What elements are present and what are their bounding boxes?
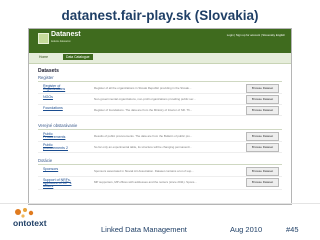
nav-data-catalogue[interactable]: Data Catalogue [63, 54, 93, 60]
section-divider [38, 164, 282, 165]
dataset-description: Non-governmental organizations, non-prof… [94, 97, 196, 101]
section-title-register: Register [38, 75, 54, 80]
browse-dataset-button[interactable]: Browse Dataset [246, 132, 279, 141]
browse-dataset-button[interactable]: Browse Dataset [246, 143, 279, 152]
browse-dataset-button[interactable]: Browse Dataset [246, 178, 279, 187]
dataset-row: Sponsors Sponsors associated in Slovak A… [38, 166, 282, 177]
datanest-logo-icon[interactable] [38, 33, 49, 44]
dataset-link[interactable]: Register of Organizations [43, 84, 73, 91]
dataset-description: MP supporters, MP offices with addresses… [94, 180, 197, 184]
dataset-row: Foundations Register of foundations. The… [38, 105, 282, 116]
footer-divider [0, 203, 320, 204]
footer-date: Aug 2010 [230, 225, 263, 234]
main-nav: Home Data Catalogue [29, 53, 291, 64]
dataset-description: So far only an experimental table, its s… [94, 145, 192, 149]
page-heading: Datasets [38, 68, 59, 74]
ontotext-logo-text: ontotext [13, 218, 47, 228]
dataset-link[interactable]: Sponsors [43, 167, 73, 171]
dataset-description: Results of public procurements. The data… [94, 134, 193, 138]
dataset-description: Register of foundations. The data are fr… [94, 108, 193, 112]
dataset-description: Register of all the organizations in Slo… [94, 86, 192, 90]
website-screenshot: Datanest ladenie datasetov Login | Sign … [28, 28, 292, 205]
site-header: Datanest ladenie datasetov Login | Sign … [29, 29, 291, 53]
ontotext-logo: ontotext [13, 208, 47, 228]
dataset-link[interactable]: Support of NRFs, sponsors of MP' s offic… [43, 178, 73, 188]
dataset-row: Support of NRFs, sponsors of MP' s offic… [38, 177, 282, 190]
slide-title: datanest.fair-play.sk (Slovakia) [61, 8, 259, 23]
section-title-subsidies: Dotácie [38, 158, 53, 163]
dataset-row: Public procurements 2 So far only an exp… [38, 142, 282, 153]
dataset-row: Public Procurements Results of public pr… [38, 131, 282, 142]
site-logo[interactable]: Datanest [51, 31, 81, 38]
page-number: #45 [286, 225, 299, 234]
dataset-row: Register of Organizations Register of al… [38, 83, 282, 94]
section-title-procurement: Verejné obstarávanie [38, 123, 78, 128]
account-links[interactable]: Login | Sign up for account | Slovensky … [227, 33, 285, 37]
nav-home[interactable]: Home [39, 55, 48, 59]
browse-dataset-button[interactable]: Browse Dataset [246, 106, 279, 115]
dataset-link[interactable]: Foundations [43, 106, 73, 110]
section-divider [38, 129, 282, 130]
browse-dataset-button[interactable]: Browse Dataset [246, 84, 279, 93]
browse-dataset-button[interactable]: Browse Dataset [246, 167, 279, 176]
footer-course-title: Linked Data Management [101, 225, 187, 234]
browse-dataset-button[interactable]: Browse Dataset [246, 95, 279, 104]
dataset-link[interactable]: NGOs [43, 95, 73, 99]
site-logo-subtitle: ladenie datasetov [51, 40, 71, 43]
dataset-description: Sponsors associated in Slovak Art Associ… [94, 169, 194, 173]
dataset-row: NGOs Non-governmental organizations, non… [38, 94, 282, 105]
dataset-link[interactable]: Public Procurements [43, 132, 73, 139]
dataset-link[interactable]: Public procurements 2 [43, 143, 73, 150]
section-divider [38, 81, 282, 82]
